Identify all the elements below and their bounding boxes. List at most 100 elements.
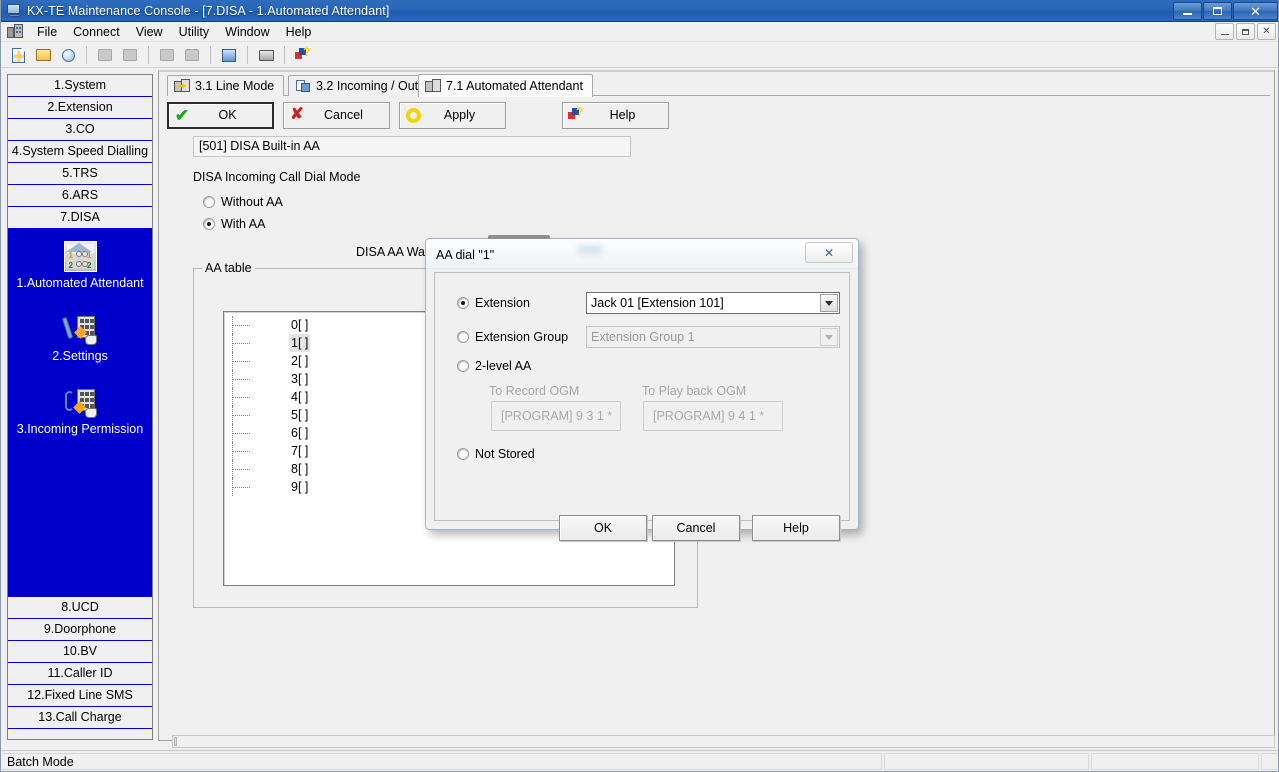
- open-folder-icon[interactable]: [32, 45, 54, 66]
- radio-label: Extension Group: [475, 330, 569, 344]
- aa-table-title: AA table: [202, 261, 255, 275]
- dialog-title-bar: AA dial "1" ✕: [426, 239, 858, 269]
- scrollbar-thumb[interactable]: [174, 737, 177, 746]
- sidebar-item-automated-attendant[interactable]: 1 1 2 2 1.Automated Attendant: [8, 237, 152, 300]
- green-check-icon: ✔: [174, 105, 190, 125]
- sidebar-item-co[interactable]: 3.CO: [8, 119, 152, 141]
- sidebar-disa-subpanel: 1 1 2 2 1.Automated Attendant 2.Settings…: [8, 229, 152, 597]
- sidebar-item-trs[interactable]: 5.TRS: [8, 163, 152, 185]
- sidebar-item-disa[interactable]: 7.DISA: [8, 207, 152, 229]
- extension-group-select: Extension Group 1: [586, 326, 840, 348]
- menu-item-view[interactable]: View: [128, 23, 171, 41]
- automated-attendant-tab-icon: [425, 79, 441, 93]
- record-ogm-value: [PROGRAM] 9 3 1 *: [501, 409, 613, 423]
- new-file-icon[interactable]: ✛: [7, 45, 29, 66]
- dialog-cancel-button[interactable]: Cancel: [652, 515, 740, 541]
- radio-indicator: [203, 196, 215, 208]
- window-maximize-button[interactable]: [1203, 2, 1232, 20]
- menu-item-window[interactable]: Window: [217, 23, 277, 41]
- tree-node-label: 5[ ]: [291, 408, 309, 422]
- radio-label: 2-level AA: [475, 359, 532, 373]
- tab-automated-attendant[interactable]: 7.1 Automated Attendant: [418, 74, 593, 97]
- dialog-radio-extension-group[interactable]: Extension Group: [457, 330, 568, 344]
- chevron-down-icon[interactable]: [820, 294, 838, 312]
- yellow-ring-icon: [400, 107, 426, 123]
- menu-item-connect[interactable]: Connect: [65, 23, 128, 41]
- quick-connect-icon[interactable]: [57, 45, 79, 66]
- radio-with-aa[interactable]: With AA: [203, 217, 265, 231]
- tab-label: 3.1 Line Mode: [195, 79, 275, 93]
- disa-aa-wait-label: DISA AA Wait: [356, 245, 432, 259]
- sidebar-item-call-charge[interactable]: 13.Call Charge: [8, 707, 152, 729]
- sidebar-item-system[interactable]: 1.System: [8, 75, 152, 97]
- sidebar-item-extension[interactable]: 2.Extension: [8, 97, 152, 119]
- dialog-close-button[interactable]: ✕: [805, 242, 853, 263]
- menu-item-help[interactable]: Help: [278, 23, 320, 41]
- horizontal-scrollbar[interactable]: [172, 735, 1275, 748]
- sidebar-item-ucd[interactable]: 8.UCD: [8, 597, 152, 619]
- app-building-icon: [7, 24, 24, 39]
- dialog-radio-2-level-aa[interactable]: 2-level AA: [457, 359, 531, 373]
- sidebar-item-settings[interactable]: 2.Settings: [8, 300, 152, 373]
- record-ogm-field: [PROGRAM] 9 3 1 *: [491, 401, 621, 431]
- console-window-icon: [6, 3, 22, 18]
- status-cell-3: [1091, 753, 1259, 770]
- status-mode-cell: Batch Mode: [2, 753, 882, 770]
- window-minimize-button[interactable]: [1173, 2, 1202, 20]
- sidebar-item-label: 1.Automated Attendant: [16, 276, 144, 290]
- application-window: KX-TE Maintenance Console - [7.DISA - 1.…: [0, 0, 1279, 772]
- menu-item-utility[interactable]: Utility: [171, 23, 218, 41]
- tree-node-label: 3[ ]: [291, 372, 309, 386]
- help-button-label: Help: [609, 108, 636, 122]
- window-controls: ✕: [1173, 2, 1278, 20]
- cancel-button[interactable]: ✘ Cancel: [283, 101, 390, 129]
- ok-button[interactable]: ✔ OK: [167, 101, 274, 129]
- forward-icon: [119, 45, 141, 66]
- incoming-outgoing-icon: [295, 79, 311, 93]
- sidebar-item-bv[interactable]: 10.BV: [8, 641, 152, 663]
- mdi-restore-button[interactable]: [1236, 23, 1255, 40]
- print-icon[interactable]: [255, 45, 277, 66]
- line-mode-icon: [174, 79, 190, 93]
- ok-button-label: OK: [218, 108, 237, 122]
- radio-indicator: [203, 218, 215, 230]
- toolbar-separator: [247, 46, 248, 64]
- help-button[interactable]: ? Help: [562, 101, 669, 129]
- help-icon[interactable]: ?: [292, 45, 314, 66]
- toolbar-separator: [148, 46, 149, 64]
- tab-line-mode[interactable]: 3.1 Line Mode: [167, 75, 285, 96]
- chevron-down-icon: [820, 328, 838, 346]
- mdi-window-controls: ✕: [1215, 23, 1276, 40]
- radio-indicator: [457, 331, 469, 343]
- cancel-button-label: Cancel: [324, 108, 363, 122]
- sidebar-item-caller-id[interactable]: 11.Caller ID: [8, 663, 152, 685]
- to-record-ogm-label: To Record OGM: [489, 384, 580, 398]
- dialog-radio-extension[interactable]: Extension: [457, 296, 530, 310]
- radio-label: Extension: [475, 296, 530, 310]
- menu-bar: File Connect View Utility Window Help ✕: [1, 22, 1278, 42]
- dialog-ok-button[interactable]: OK: [559, 515, 647, 541]
- incoming-permission-icon: [64, 387, 97, 418]
- tree-node-label: 6[ ]: [291, 426, 309, 440]
- toolbar-separator: [86, 46, 87, 64]
- mdi-close-button[interactable]: ✕: [1257, 23, 1276, 40]
- menu-item-file[interactable]: File: [29, 23, 65, 41]
- tree-node-label: 4[ ]: [291, 390, 309, 404]
- radio-indicator: [457, 360, 469, 372]
- sidebar-item-incoming-permission[interactable]: 3.Incoming Permission: [8, 373, 152, 446]
- radio-without-aa[interactable]: Without AA: [203, 195, 283, 209]
- extension-select[interactable]: Jack 01 [Extension 101]: [586, 292, 840, 314]
- sidebar-item-doorphone[interactable]: 9.Doorphone: [8, 619, 152, 641]
- sidebar-item-system-speed-dialling[interactable]: 4.System Speed Dialling: [8, 141, 152, 163]
- sidebar-item-ars[interactable]: 6.ARS: [8, 185, 152, 207]
- radio-label: With AA: [221, 217, 266, 231]
- status-bar: Batch Mode: [1, 750, 1278, 771]
- dialog-help-button[interactable]: Help: [752, 515, 840, 541]
- mdi-minimize-button[interactable]: [1215, 23, 1234, 40]
- window-close-button[interactable]: ✕: [1233, 2, 1278, 20]
- dialog-radio-not-stored[interactable]: Not Stored: [457, 447, 535, 461]
- apply-button[interactable]: Apply: [399, 101, 506, 129]
- sidebar-item-fixed-line-sms[interactable]: 12.Fixed Line SMS: [8, 685, 152, 707]
- monitor-icon[interactable]: [218, 45, 240, 66]
- tree-node-label: 7[ ]: [291, 444, 309, 458]
